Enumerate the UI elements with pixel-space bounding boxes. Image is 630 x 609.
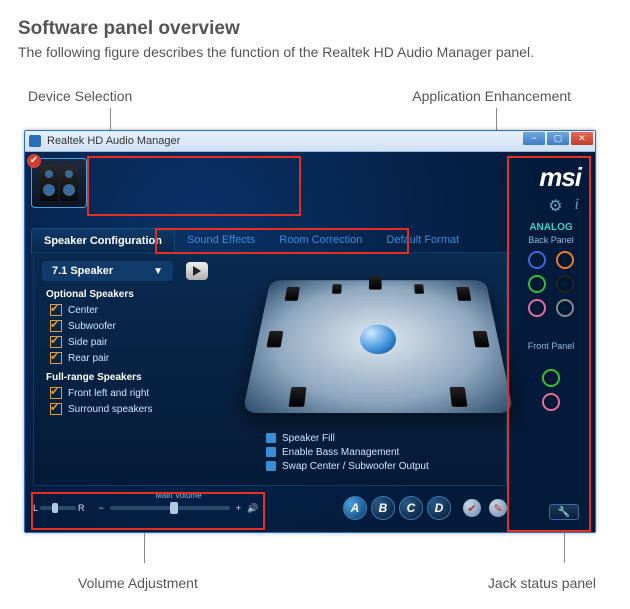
balance-r-label: R (78, 503, 85, 513)
close-button[interactable]: ✕ (571, 132, 593, 145)
maximize-button[interactable]: ▢ (547, 132, 569, 145)
info-icon[interactable]: i (575, 196, 579, 216)
selected-badge-icon: ✔ (27, 154, 41, 168)
output-options: Speaker Fill Enable Bass Management Swap… (266, 430, 429, 475)
jack-line-in[interactable] (528, 251, 546, 269)
checkbox-label: Side pair (68, 337, 107, 348)
balance-control[interactable]: L R (33, 503, 85, 513)
checkbox-bass-management[interactable]: Enable Bass Management (266, 447, 429, 458)
speaker-icon[interactable]: 🔊 (247, 503, 258, 514)
tab-content: 7.1 Speaker ▼ Optional Speakers Center S… (33, 252, 507, 486)
profile-b-button[interactable]: B (371, 496, 395, 520)
checkbox-label: Subwoofer (68, 321, 116, 332)
checkbox-icon (50, 336, 62, 348)
checkbox-label: Surround speakers (68, 404, 153, 415)
checkbox-icon (50, 352, 62, 364)
checkbox-icon (50, 403, 62, 415)
checkbox-icon (50, 387, 62, 399)
analog-heading: ANALOG (513, 222, 589, 233)
dropdown-value: 7.1 Speaker (52, 265, 113, 277)
callout-line (144, 533, 145, 563)
page-title: Software panel overview (18, 18, 612, 40)
main-volume-label: Main Volume (155, 491, 201, 500)
app-window: Realtek HD Audio Manager − ▢ ✕ ✔ msi ⚙ i (24, 130, 596, 533)
tabs-bar: Speaker Configuration Sound Effects Room… (31, 228, 511, 254)
profile-buttons: A B C D (343, 496, 451, 520)
app-icon (29, 135, 41, 147)
jack-center-sub[interactable] (556, 251, 574, 269)
profile-a-button[interactable]: A (343, 496, 367, 520)
jack-side-out[interactable] (556, 299, 574, 317)
main-volume-slider[interactable] (110, 506, 230, 510)
jack-mic[interactable] (528, 299, 546, 317)
back-panel-label: Back Panel (513, 235, 589, 245)
jack-rear-out[interactable] (556, 275, 574, 293)
connector-settings-button[interactable]: 🔧 (549, 504, 579, 520)
main-volume-control: Main Volume − + 🔊 (99, 503, 259, 514)
checkbox-swap-center-sub[interactable]: Swap Center / Subwoofer Output (266, 461, 429, 472)
tab-sound-effects[interactable]: Sound Effects (175, 228, 267, 253)
profile-c-button[interactable]: C (399, 496, 423, 520)
device-selection-area[interactable]: ✔ (31, 158, 291, 212)
checkbox-icon (50, 320, 62, 332)
window-titlebar: Realtek HD Audio Manager − ▢ ✕ (25, 131, 595, 152)
checkbox-label: Front left and right (68, 388, 149, 399)
checkbox-speaker-fill[interactable]: Speaker Fill (266, 433, 429, 444)
balance-l-label: L (33, 503, 38, 513)
checkbox-label: Rear pair (68, 353, 109, 364)
jack-front-out[interactable] (528, 275, 546, 293)
edit-button[interactable]: ✎ (489, 499, 507, 517)
jack-front-headphone[interactable] (542, 369, 560, 387)
tab-room-correction[interactable]: Room Correction (267, 228, 374, 253)
chevron-down-icon: ▼ (153, 266, 163, 277)
tab-default-format[interactable]: Default Format (374, 228, 471, 253)
callout-app-enhancement: Application Enhancement (412, 88, 571, 104)
listener-orb-icon (360, 325, 397, 355)
bottom-bar: L R Main Volume − + 🔊 A B C D (33, 492, 507, 524)
checkbox-label: Enable Bass Management (282, 447, 399, 458)
volume-decrease-button[interactable]: − (99, 503, 104, 513)
callout-device-selection: Device Selection (28, 88, 132, 104)
profile-d-button[interactable]: D (427, 496, 451, 520)
apply-button[interactable]: ✔ (463, 499, 481, 517)
tab-speaker-configuration[interactable]: Speaker Configuration (31, 228, 175, 253)
callout-line (110, 108, 111, 130)
speaker-stage-visual (242, 280, 513, 413)
speakers-device-icon[interactable] (31, 158, 87, 208)
minimize-button[interactable]: − (523, 132, 545, 145)
balance-slider[interactable] (40, 506, 76, 510)
checkbox-label: Swap Center / Subwoofer Output (282, 461, 429, 472)
front-panel-label: Front Panel (513, 341, 589, 351)
brand-logo: msi (539, 162, 581, 193)
play-test-button[interactable] (186, 262, 208, 280)
settings-icon[interactable]: ⚙ (548, 196, 562, 216)
volume-increase-button[interactable]: + (236, 503, 241, 513)
callout-volume-adjustment: Volume Adjustment (78, 575, 198, 591)
checkbox-label: Speaker Fill (282, 433, 335, 444)
checkbox-icon (50, 304, 62, 316)
checkbox-label: Center (68, 305, 98, 316)
callout-line (564, 533, 565, 563)
callout-jack-status: Jack status panel (488, 575, 596, 591)
window-title: Realtek HD Audio Manager (47, 135, 180, 147)
speaker-mode-dropdown[interactable]: 7.1 Speaker ▼ (42, 261, 173, 281)
jack-status-panel: ANALOG Back Panel Front Panel (513, 216, 589, 524)
intro-text: The following figure describes the funct… (18, 44, 612, 60)
jack-front-mic[interactable] (542, 393, 560, 411)
